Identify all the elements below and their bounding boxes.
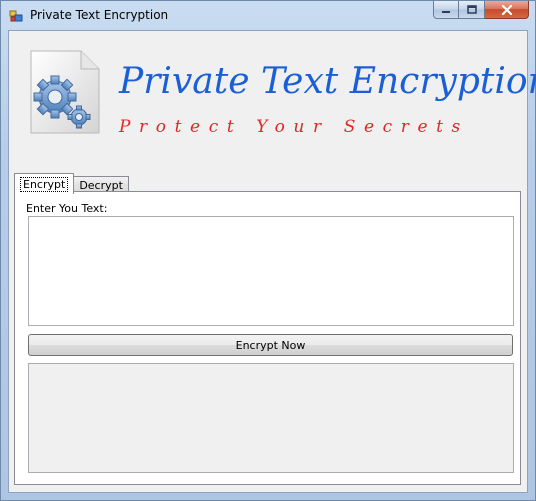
banner-title: Private Text Encryption (119, 61, 536, 102)
minimize-button[interactable] (433, 1, 459, 19)
close-button[interactable] (485, 1, 529, 19)
caption-buttons (433, 1, 529, 20)
enter-text-label: Enter You Text: (26, 202, 108, 215)
close-icon (501, 4, 512, 15)
maximize-button[interactable] (459, 1, 485, 19)
tab-strip: Encrypt Decrypt (14, 171, 129, 194)
maximize-icon (466, 5, 477, 14)
minimize-icon (442, 10, 450, 13)
app-window: Private Text Encryption Private Text Enc… (0, 0, 536, 501)
plain-text-input[interactable] (28, 216, 514, 326)
window-title: Private Text Encryption (30, 8, 169, 22)
client-area: Private Text Encryption Protect Your Sec… (8, 30, 536, 493)
title-bar[interactable]: Private Text Encryption (1, 1, 535, 30)
encrypt-tab-page: Enter You Text: Encrypt Now (14, 191, 521, 485)
tab-encrypt[interactable]: Encrypt (14, 173, 75, 194)
encrypt-now-button[interactable]: Encrypt Now (28, 334, 513, 356)
tab-encrypt-label: Encrypt (20, 176, 69, 192)
encrypted-output-box[interactable] (28, 363, 514, 473)
banner-subtitle: Protect Your Secrets (119, 117, 469, 137)
app-icon[interactable] (9, 8, 23, 22)
tab-decrypt-label: Decrypt (79, 178, 123, 192)
gear-document-icon (25, 47, 105, 137)
